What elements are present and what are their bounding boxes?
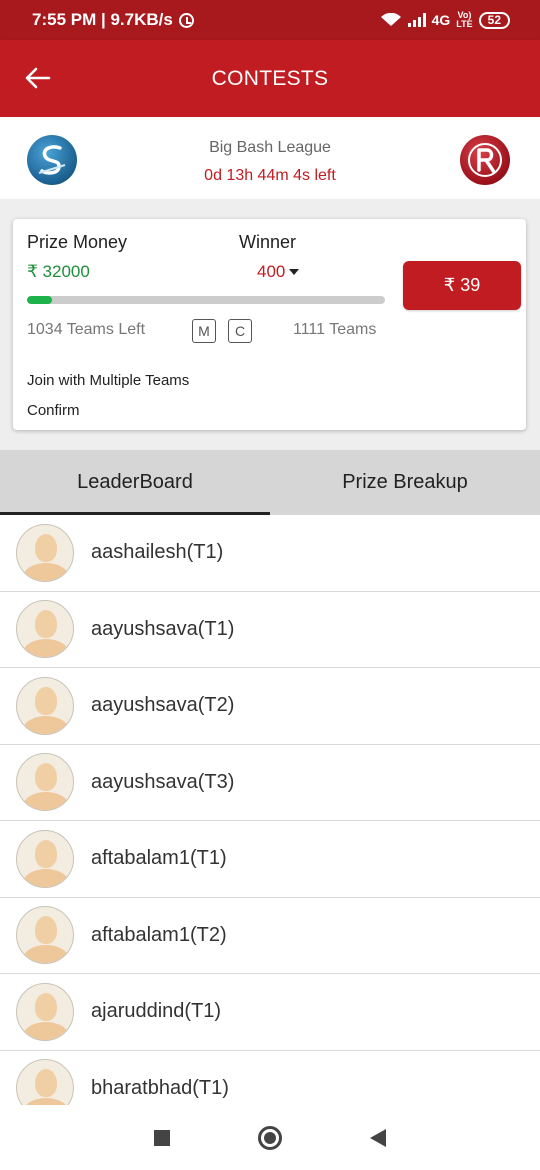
avatar: [16, 753, 74, 812]
arrow-left-icon: [25, 67, 51, 89]
user-team-name: aftabalam1(T2): [91, 923, 227, 946]
leaderboard-row[interactable]: aayushsava(T3): [0, 745, 540, 821]
avatar: [16, 523, 74, 582]
leaderboard-row[interactable]: aftabalam1(T1): [0, 821, 540, 898]
leaderboard-row[interactable]: aayushsava(T2): [0, 668, 540, 745]
leaderboard-row[interactable]: ajaruddind(T1): [0, 974, 540, 1051]
multi-entry-badge: M: [192, 319, 216, 343]
user-team-name: aayushsava(T1): [91, 617, 235, 640]
avatar: [16, 906, 74, 965]
leaderboard-list: aashailesh(T1) aayushsava(T1) aayushsava…: [0, 515, 540, 1105]
network-type: 4G: [431, 12, 451, 28]
winner-label: Winner: [239, 232, 297, 252]
system-nav-bar: [0, 1105, 540, 1170]
league-name: Big Bash League: [209, 139, 331, 156]
tab-prize-breakup[interactable]: Prize Breakup: [270, 450, 540, 515]
team-logo-right: [460, 135, 510, 185]
volte-bottom: LTE: [456, 19, 473, 29]
tab-bar: LeaderBoard Prize Breakup: [0, 450, 540, 515]
teams-progress-fill: [27, 296, 52, 304]
signal-icon: [407, 13, 426, 27]
tab-leaderboard[interactable]: LeaderBoard: [0, 450, 270, 515]
app-bar: CONTESTS: [0, 40, 540, 117]
user-team-name: ajaruddind(T1): [91, 1000, 222, 1023]
teams-left: 1034 Teams Left: [27, 321, 146, 338]
leaderboard-row[interactable]: aashailesh(T1): [0, 515, 540, 592]
user-team-name: aayushsava(T2): [91, 694, 235, 717]
avatar: [16, 1059, 74, 1105]
avatar: [16, 676, 74, 735]
leaderboard-row[interactable]: bharatbhad(T1): [0, 1051, 540, 1105]
home-icon[interactable]: [258, 1125, 282, 1150]
winner-count: 400: [257, 262, 286, 281]
battery-icon: 52: [478, 11, 510, 29]
leaderboard-row[interactable]: aayushsava(T1): [0, 592, 540, 668]
match-header: Big Bash League 0d 13h 44m 4s left: [0, 117, 540, 199]
recents-icon[interactable]: [154, 1129, 170, 1146]
prize-money-label: Prize Money: [27, 232, 128, 252]
alarm-icon: [178, 12, 194, 28]
user-team-name: aashailesh(T1): [91, 541, 224, 564]
status-time: 7:55 PM | 9.7KB/s: [32, 10, 173, 29]
avatar: [16, 829, 74, 888]
join-multiple-teams-link[interactable]: Join with Multiple Teams: [27, 372, 189, 389]
teams-total: 1111 Teams: [293, 321, 377, 338]
renegades-logo-icon: [468, 143, 502, 177]
join-contest-button[interactable]: ₹ 39: [403, 261, 521, 310]
status-left: 7:55 PM | 9.7KB/s: [32, 10, 194, 30]
volte-icon: Vo) LTE: [456, 11, 472, 29]
winner-dropdown[interactable]: 400: [257, 262, 300, 282]
status-bar: 7:55 PM | 9.7KB/s 4G Vo) LTE 52: [0, 0, 540, 40]
avatar: [16, 600, 74, 659]
back-button[interactable]: [20, 60, 56, 96]
wifi-icon: [380, 13, 401, 26]
confirm-link[interactable]: Confirm: [27, 402, 80, 419]
teams-progress-bar: [27, 296, 385, 304]
countdown-timer: 0d 13h 44m 4s left: [204, 167, 336, 184]
contest-card: Prize Money ₹ 32000 Winner 400 ₹ 39 1034…: [13, 219, 526, 430]
user-team-name: aayushsava(T3): [91, 770, 235, 793]
leaderboard-row[interactable]: aftabalam1(T2): [0, 898, 540, 974]
page-title: CONTESTS: [211, 66, 329, 90]
user-team-name: aftabalam1(T1): [91, 847, 227, 870]
caret-down-icon: [289, 269, 300, 275]
avatar: [16, 982, 74, 1041]
status-right: 4G Vo) LTE 52: [380, 11, 510, 29]
user-team-name: bharatbhad(T1): [91, 1076, 229, 1099]
back-triangle-icon[interactable]: [370, 1128, 386, 1147]
prize-money-value: ₹ 32000: [27, 262, 90, 281]
confirmed-badge: C: [228, 319, 252, 343]
